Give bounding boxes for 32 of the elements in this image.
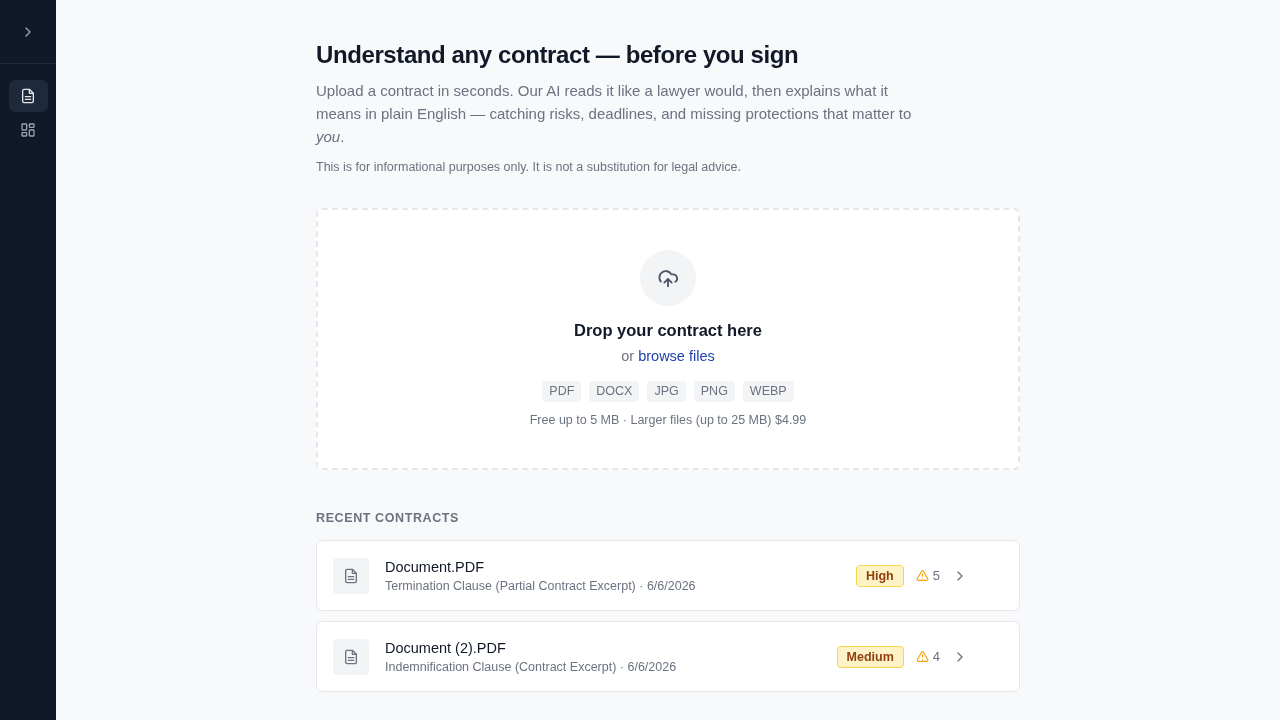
file-format-tag: DOCX [589, 381, 640, 402]
document-icon [20, 88, 36, 104]
file-format-tag: JPG [647, 381, 686, 402]
contract-details: Indemnification Clause (Contract Excerpt) · 6/6/2026 [385, 659, 678, 675]
warning-icon [915, 650, 929, 663]
file-format-tag: WEBP [742, 381, 794, 402]
warning-icon [915, 569, 929, 582]
page-title: Understand any contract — before you sign [316, 40, 800, 70]
browse-files-link[interactable]: browse files [638, 348, 715, 364]
file-drop-zone[interactable]: Drop your contract here or browse files PDF DOCX JPG PNG WEBP Free up to 5 MB · Larger files (up to 25 MB) $4.99 [316, 208, 1020, 470]
contract-details: Termination Clause (Partial Contract Excerpt) · 6/6/2026 [385, 578, 697, 594]
sidebar-nav-item[interactable] [8, 80, 48, 112]
contract-name: Document.PDF [385, 558, 486, 577]
issue-count: 4 [932, 649, 940, 664]
issue-count: 5 [932, 568, 940, 583]
contract-card[interactable]: Document (2).PDF Indemnification Clause (Contract Excerpt) · 6/6/2026 Medium 4 [316, 621, 1020, 692]
contract-name: Document (2).PDF [385, 639, 507, 658]
risk-level-tag: High [856, 564, 904, 587]
risk-level-tag: Medium [836, 645, 904, 668]
file-format-tag: PNG [693, 381, 735, 402]
drop-zone-title: Drop your contract here [574, 320, 762, 341]
disclaimer-text: This is for informational purposes only. It is not a substitution for legal advice. [316, 159, 742, 176]
upload-cloud-icon [640, 250, 696, 306]
file-size-note: Free up to 5 MB · Larger files (up to 25 MB) $4.99 [529, 412, 807, 428]
intro-paragraph: Upload a contract in seconds. Our AI reads it like a lawyer would, then explains what it means in plain English — catching risks, deadlines, and missing protections that matter to you. [316, 81, 913, 147]
document-icon [333, 557, 369, 594]
browse-prompt: or browse files [621, 347, 715, 366]
grid-icon [20, 122, 36, 138]
file-format-tag: PDF [542, 381, 582, 402]
contract-card[interactable]: Document.PDF Termination Clause (Partial Contract Excerpt) · 6/6/2026 High 5 [316, 540, 1020, 611]
section-heading: RECENT CONTRACTS [316, 510, 460, 526]
document-icon [333, 638, 369, 675]
